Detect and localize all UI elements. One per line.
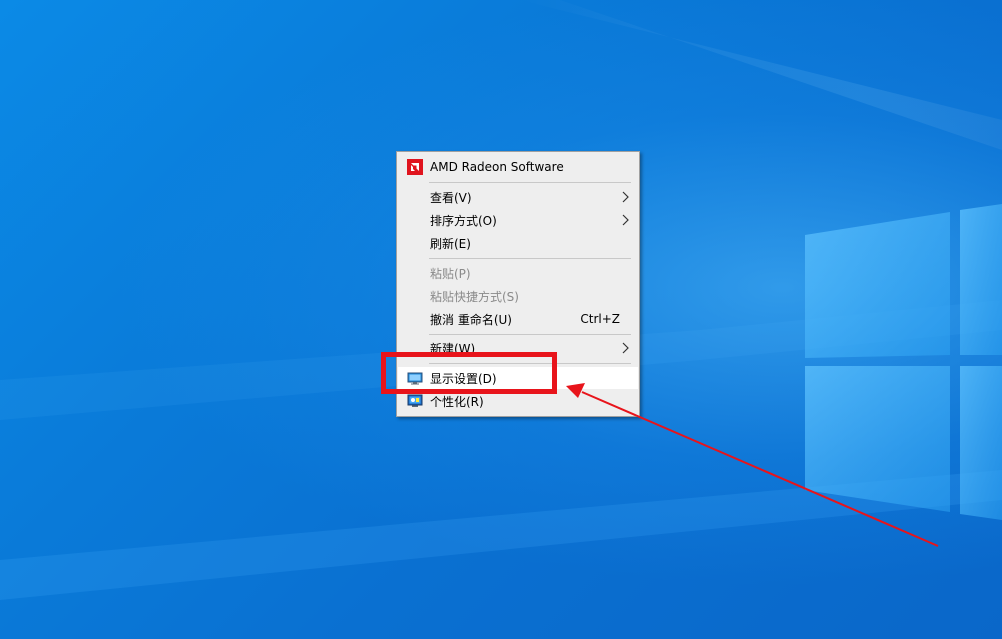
menu-item-undo-rename[interactable]: 撤消 重命名(U) Ctrl+Z xyxy=(398,308,638,330)
menu-separator xyxy=(429,258,631,259)
menu-item-refresh[interactable]: 刷新(E) xyxy=(398,232,638,254)
menu-item-paste: 粘贴(P) xyxy=(398,262,638,284)
menu-item-amd-radeon-software[interactable]: AMD Radeon Software xyxy=(398,156,638,178)
menu-separator xyxy=(429,182,631,183)
chevron-right-icon xyxy=(622,214,629,226)
menu-item-shortcut: Ctrl+Z xyxy=(580,312,620,326)
menu-item-view[interactable]: 查看(V) xyxy=(398,186,638,208)
personalize-icon xyxy=(407,394,423,407)
menu-item-label: 刷新(E) xyxy=(430,236,471,251)
menu-item-label: 撤消 重命名(U) xyxy=(430,312,512,327)
menu-item-label: 排序方式(O) xyxy=(430,213,497,228)
menu-item-label: 个性化(R) xyxy=(430,394,484,409)
amd-radeon-icon xyxy=(407,159,423,175)
chevron-right-icon xyxy=(622,191,629,203)
menu-item-label: 查看(V) xyxy=(430,190,472,205)
menu-item-label: 粘贴(P) xyxy=(430,266,471,281)
menu-item-label: 粘贴快捷方式(S) xyxy=(430,289,519,304)
chevron-right-icon xyxy=(622,342,629,354)
menu-item-label: AMD Radeon Software xyxy=(430,160,564,174)
menu-item-sort-by[interactable]: 排序方式(O) xyxy=(398,209,638,231)
highlight-box-annotation xyxy=(381,352,557,394)
menu-separator xyxy=(429,334,631,335)
menu-item-paste-shortcut: 粘贴快捷方式(S) xyxy=(398,285,638,307)
